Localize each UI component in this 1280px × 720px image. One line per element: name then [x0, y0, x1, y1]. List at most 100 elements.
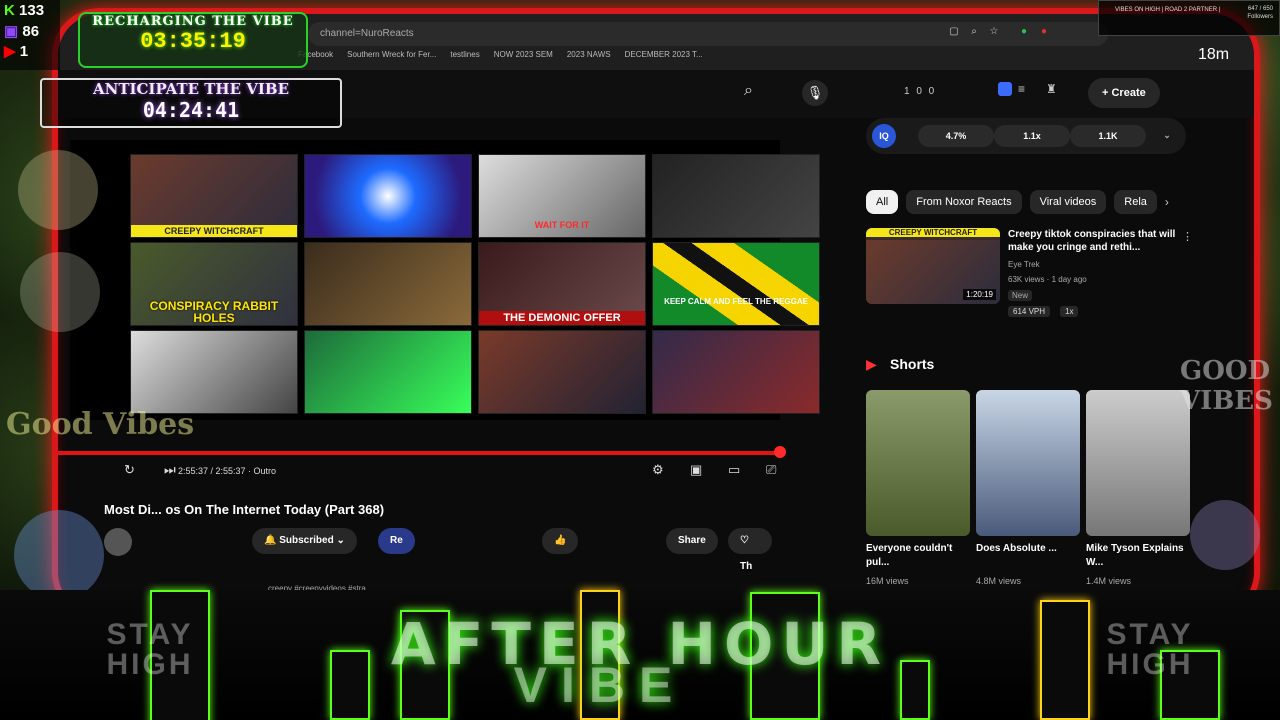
chip-viral[interactable]: Viral videos — [1029, 190, 1107, 214]
thumbnail-caption: CREEPY WITCHCRAFT — [131, 225, 297, 237]
good-vibes-logo-left: Good Vibes — [6, 407, 195, 442]
stat-pill: 4.7% — [918, 125, 994, 147]
extension-icon[interactable]: ● — [1018, 26, 1030, 38]
thumbnail-caption: CONSPIRACY RABBIT HOLES — [149, 299, 279, 325]
share-button[interactable]: Share — [666, 528, 718, 554]
moon-cat-sticker — [18, 150, 98, 230]
endscreen-thumbnail[interactable]: THE DEMONIC OFFER — [478, 242, 646, 326]
filter-chips: All From Noxor Reacts Viral videos Rela … — [866, 190, 1169, 214]
bookmarks-bar: Facebook Southern Wreck for Fer... testl… — [298, 50, 703, 59]
trophy-icon[interactable]: ♜ — [1046, 82, 1057, 96]
thumbnail-caption: THE DEMONIC OFFER — [479, 311, 645, 325]
like-button[interactable]: 👍 — [542, 528, 579, 554]
chevron-right-icon[interactable]: › — [1165, 190, 1169, 214]
screenshot-icon[interactable]: ▢ — [948, 26, 960, 38]
video-time: 2:55:37 / 2:55:37 · Outro — [178, 466, 277, 476]
anticipate-title: ANTICIPATE THE VIBE — [92, 80, 290, 98]
new-badge: New — [1008, 290, 1033, 301]
endscreen-thumbnail[interactable] — [304, 242, 472, 326]
endscreen-thumbnail[interactable]: CONSPIRACY RABBIT HOLES — [130, 242, 298, 326]
thanks-label: Th — [740, 561, 753, 572]
stay-high-right: STAY HIGH — [1106, 618, 1194, 681]
goal-count: 647 / 650 — [1247, 6, 1273, 12]
video-player[interactable]: CREEPY WITCHCRAFT WAIT FOR IT CONSPIRACY… — [70, 140, 820, 420]
endscreen-thumbnail[interactable] — [304, 154, 472, 238]
youtube-icon: ▶ — [4, 43, 16, 60]
short-thumbnail[interactable] — [976, 390, 1080, 536]
more-options-icon[interactable]: ⋮ — [1182, 230, 1193, 243]
extension-icon[interactable]: ● — [1038, 26, 1050, 38]
short-thumbnail[interactable] — [1086, 390, 1190, 536]
vph-badge: 614 VPH — [1008, 306, 1051, 317]
anticipate-timer: 04:24:41 — [142, 98, 240, 122]
miniplayer-icon[interactable]: ▣ — [690, 462, 702, 478]
endscreen-thumbnail[interactable] — [304, 330, 472, 414]
twitch-icon: ▣ — [4, 23, 19, 40]
star-icon[interactable]: ☆ — [988, 26, 1000, 38]
short-title[interactable]: Mike Tyson Explains W... — [1086, 542, 1186, 570]
vidiq-icon[interactable]: IQ — [872, 124, 896, 148]
endscreen-thumbnail[interactable] — [652, 330, 820, 414]
recharge-timer: 03:35:19 — [140, 29, 246, 54]
subscribed-label: Subscribed — [279, 535, 334, 546]
endscreen-thumbnail[interactable]: CREEPY WITCHCRAFT — [130, 154, 298, 238]
replay-icon[interactable]: ↻ — [124, 462, 135, 478]
endscreen-thumbnail[interactable] — [130, 330, 298, 414]
zoom-icon[interactable]: ⌕ — [968, 26, 980, 38]
cast-icon[interactable]: ⎚ — [766, 462, 776, 478]
recommended-channel: Eye Trek — [1008, 260, 1040, 269]
search-icon[interactable]: ⌕ — [744, 82, 753, 100]
chip-related[interactable]: Rela — [1114, 190, 1157, 214]
endscreen-thumbnail[interactable] — [652, 154, 820, 238]
extension-icon[interactable] — [998, 82, 1012, 96]
follower-goal: VIBES ON HIGH | ROAD 2 PARTNER | 647 / 6… — [1098, 0, 1280, 36]
vidiq-stats-bar: IQ 4.7% 1.1x 1.1K ⌄ — [866, 118, 1186, 154]
theater-icon[interactable]: ▭ — [728, 462, 740, 478]
create-button[interactable]: + Create — [1088, 78, 1160, 108]
progress-scrubber[interactable] — [774, 446, 786, 458]
chip-all[interactable]: All — [866, 190, 899, 214]
subscribed-button[interactable]: 🔔 Subscribed ⌄ — [252, 528, 357, 554]
shorts-heading: Shorts — [890, 356, 935, 372]
recharge-title: RECHARGING THE VIBE — [92, 14, 294, 29]
good-vibes-logo-right: GOOD VIBES — [1180, 356, 1273, 416]
multiplier-badge: 1x — [1060, 306, 1079, 317]
video-progress-bar[interactable] — [58, 451, 780, 455]
reacts-button[interactable]: Re — [378, 528, 415, 554]
avatar[interactable] — [104, 528, 132, 556]
cat-sticker-right — [1190, 500, 1260, 570]
kick-icon: K — [4, 2, 15, 19]
thanks-button[interactable]: ♡ Th — [728, 528, 772, 572]
endscreen-thumbnail[interactable] — [478, 330, 646, 414]
bookmark-item[interactable]: DECEMBER 2023 T... — [625, 50, 703, 59]
short-views: 1.4M views — [1086, 576, 1132, 586]
short-title[interactable]: Does Absolute ... — [976, 542, 1076, 556]
chevron-down-icon[interactable]: ⌄ — [1152, 130, 1182, 141]
endscreen-thumbnail[interactable]: WAIT FOR IT — [478, 154, 646, 238]
twitch-count: 86 — [22, 23, 40, 40]
thumbnail-caption: WAIT FOR IT — [534, 220, 590, 230]
short-thumbnail[interactable] — [866, 390, 970, 536]
viewer-counts: K 133 ▣ 86 ▶ 1 — [0, 0, 60, 70]
next-icon[interactable]: ⏭ — [164, 462, 176, 478]
stat-pill: 1.1K — [1070, 125, 1146, 147]
list-icon[interactable]: ≡ — [1018, 82, 1025, 96]
bookmark-item[interactable]: 2023 NAWS — [567, 50, 611, 59]
endscreen-thumbnail[interactable]: KEEP CALM AND FEEL THE REGGAE — [652, 242, 820, 326]
bookmark-item[interactable]: Southern Wreck for Fer... — [347, 50, 436, 59]
recommended-views: 63K views · 1 day ago — [1008, 275, 1087, 284]
chip-from-channel[interactable]: From Noxor Reacts — [906, 190, 1022, 214]
mic-icon[interactable]: 🎙 — [802, 80, 828, 106]
bookmark-item[interactable]: testlines — [450, 50, 479, 59]
goal-label: VIBES ON HIGH | ROAD 2 PARTNER | — [1115, 7, 1221, 13]
recommended-title[interactable]: Creepy tiktok conspiracies that will mak… — [1008, 228, 1178, 254]
short-title[interactable]: Everyone couldn't pul... — [866, 542, 966, 570]
reacts-label: Re — [390, 535, 403, 546]
recommended-thumbnail[interactable]: CREEPY WITCHCRAFT 1:20:19 — [866, 228, 1000, 304]
settings-icon[interactable]: ⚙ — [652, 462, 664, 478]
video-duration: 1:20:19 — [963, 289, 996, 300]
bookmark-item[interactable]: NOW 2023 SEM — [494, 50, 553, 59]
video-title: Most Di... os On The Internet Today (Par… — [104, 502, 385, 517]
short-views: 16M views — [866, 576, 909, 586]
recharge-timer-panel: RECHARGING THE VIBE 03:35:19 — [78, 12, 308, 68]
